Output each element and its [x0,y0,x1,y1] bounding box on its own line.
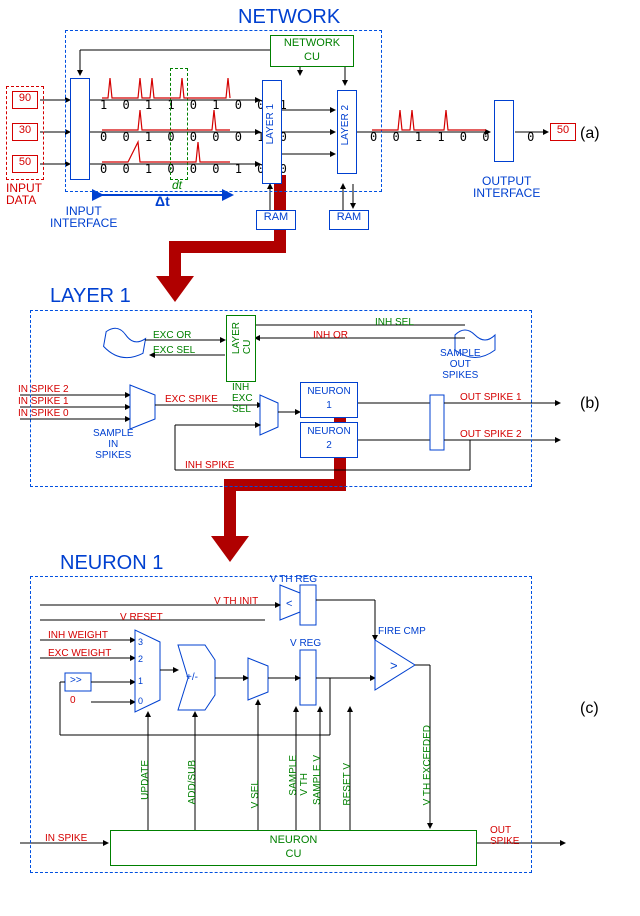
out-spike-1: OUT SPIKE 1 [460,392,522,403]
layer-cu-label: LAYER CU [231,322,253,354]
exc-weight: EXC WEIGHT [48,648,111,659]
shift-block-label: >> [70,675,82,686]
neuron1-title: NEURON 1 [60,552,163,575]
neuron-1-block: NEURON 1 [300,382,358,418]
panel-b-label: (b) [580,395,600,413]
inh-exc-sel: INH EXC SEL [232,382,253,415]
in-spike-label: IN SPIKE [45,833,87,844]
inh-weight: INH WEIGHT [48,630,108,641]
fire-cmp-label: FIRE CMP [378,626,426,637]
in-spike-0: IN SPIKE 0 [18,408,69,419]
sample-out-label: SAMPLE OUT SPIKES [440,348,481,381]
inh-spike: INH SPIKE [185,460,234,471]
sample-in-label: SAMPLE IN SPIKES [93,428,134,461]
vreg-label: V REG [290,638,321,649]
neuron-cu: NEURON CU [110,830,477,866]
exc-sel: EXC SEL [153,345,195,356]
fire-cmp-symbol: > [390,658,398,673]
in-spike-1: IN SPIKE 1 [18,396,69,407]
vth-init: V TH INIT [214,596,258,607]
sample-v-label: SAMPLE V [312,755,323,805]
neuron1-box [30,576,532,873]
vreset: V RESET [120,612,163,623]
vsel-label: V SEL [250,780,261,808]
adder-label: +/- [186,672,198,683]
exc-or: EXC OR [153,330,191,341]
reset-v-label: RESET V [342,763,353,806]
layer1-title: LAYER 1 [50,285,131,308]
sample-vth-label: SAMPLE V TH [288,755,310,796]
vth-exceeded-label: V TH EXCEEDED [422,725,433,805]
in-spike-2: IN SPIKE 2 [18,384,69,395]
addsub-label: ADD/SUB [187,760,198,804]
update-label: UPDATE [140,760,151,800]
lt-symbol: < [286,598,292,610]
neuron-2-block: NEURON 2 [300,422,358,458]
inh-sel: INH SEL [375,317,414,328]
inh-or: INH OR [313,330,348,341]
out-spike-2: OUT SPIKE 2 [460,429,522,440]
out-spike-label: OUT SPIKE [490,825,519,847]
zero-label: 0 [70,695,76,706]
panel-c-label: (c) [580,700,599,718]
vthreg-label: V TH REG [270,574,317,585]
exc-spike: EXC SPIKE [165,394,218,405]
